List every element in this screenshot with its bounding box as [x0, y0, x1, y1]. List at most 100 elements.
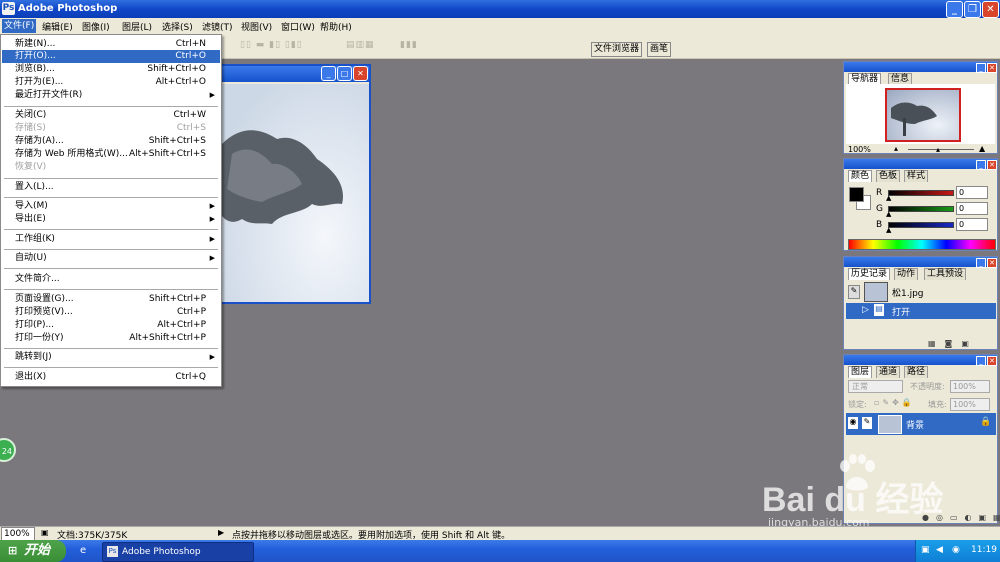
tray-status-icon[interactable]: ◉: [952, 545, 960, 555]
tab-actions[interactable]: 动作: [894, 268, 919, 280]
taskbar-task-photoshop[interactable]: Ps Adobe Photoshop: [102, 542, 254, 562]
restore-button[interactable]: ❐: [964, 1, 981, 18]
menu-select[interactable]: 选择(S): [162, 20, 193, 33]
lock-icons[interactable]: ▫✎✥🔒: [874, 398, 915, 407]
doc-close-button[interactable]: ✕: [353, 66, 368, 81]
history-step-row[interactable]: ▷ ▤ 打开: [846, 303, 996, 319]
menu-filter[interactable]: 滤镜(T): [202, 20, 233, 33]
menu-separator: [4, 197, 218, 198]
color-palette-titlebar[interactable]: _ ✕: [844, 159, 997, 170]
menu-file[interactable]: 文件(F): [2, 19, 37, 33]
history-brush-icon[interactable]: ✎: [848, 285, 860, 299]
fill-input[interactable]: 100%: [950, 398, 990, 411]
blend-mode-select[interactable]: 正常: [848, 380, 903, 393]
image-document-window[interactable]: _ □ ✕: [218, 64, 371, 304]
file-menu-item[interactable]: 关闭(C) Ctrl+W: [2, 109, 220, 122]
status-arrow-icon[interactable]: ▶: [218, 528, 224, 537]
palette-close-icon[interactable]: ✕: [987, 160, 997, 170]
zoom-slider-thumb[interactable]: ▴: [936, 145, 940, 154]
palette-close-icon[interactable]: ✕: [987, 356, 997, 366]
file-menu-item[interactable]: 最近打开文件(R) ▶: [2, 89, 220, 102]
layer-row-background[interactable]: ◉ ✎ 背景 🔒: [846, 413, 996, 435]
channel-slider[interactable]: [888, 206, 954, 212]
palette-close-icon[interactable]: ✕: [987, 63, 997, 73]
channel-slider-thumb[interactable]: ▲: [886, 194, 891, 202]
brush-link-icon[interactable]: ✎: [862, 417, 872, 429]
history-snapshot-row[interactable]: ✎ 松1.jpg: [846, 281, 996, 302]
file-menu-item[interactable]: 打印预览(V)... Ctrl+P: [2, 306, 220, 319]
history-palette-titlebar[interactable]: _ ✕: [844, 257, 997, 268]
tab-history[interactable]: 历史记录: [848, 268, 891, 280]
navigator-preview[interactable]: [885, 88, 961, 142]
tray-network-icon[interactable]: ▣: [921, 545, 930, 555]
tab-layers[interactable]: 图层: [848, 366, 873, 378]
file-menu-item[interactable]: 打开(O)... Ctrl+O: [2, 50, 220, 63]
file-menu-item[interactable]: 自动(U) ▶: [2, 252, 220, 265]
palette-minimize-icon[interactable]: _: [976, 63, 986, 73]
palette-minimize-icon[interactable]: _: [976, 356, 986, 366]
menu-view[interactable]: 视图(V): [241, 20, 272, 33]
file-menu-item[interactable]: 退出(X) Ctrl+Q: [2, 371, 220, 384]
channel-slider[interactable]: [888, 190, 954, 196]
close-button[interactable]: ✕: [982, 1, 999, 18]
history-footer-icons[interactable]: ▦◙▣: [928, 339, 978, 348]
channel-value-input[interactable]: 0: [956, 186, 988, 199]
zoom-out-icon[interactable]: ▴: [894, 144, 898, 153]
document-title-bar[interactable]: _ □ ✕: [220, 66, 369, 82]
channel-slider-thumb[interactable]: ▲: [886, 226, 891, 234]
file-menu-item[interactable]: 打开为(E)... Alt+Ctrl+O: [2, 76, 220, 89]
navigator-palette-titlebar[interactable]: _ ✕: [844, 62, 997, 73]
file-menu-item[interactable]: 跳转到(J) ▶: [2, 351, 220, 364]
file-menu-item[interactable]: 打印一份(Y) Alt+Shift+Ctrl+P: [2, 332, 220, 345]
file-menu-item[interactable]: 打印(P)... Alt+Ctrl+P: [2, 319, 220, 332]
eye-visibility-icon[interactable]: ◉: [848, 417, 858, 429]
file-menu-item[interactable]: 存储为 Web 所用格式(W)... Alt+Shift+Ctrl+S: [2, 148, 220, 161]
palette-close-icon[interactable]: ✕: [987, 258, 997, 268]
minimize-button[interactable]: _: [946, 1, 963, 18]
tab-channels[interactable]: 通道: [876, 366, 901, 378]
channel-value-input[interactable]: 0: [956, 218, 988, 231]
menu-window[interactable]: 窗口(W): [281, 20, 315, 33]
tray-volume-icon[interactable]: ◀: [936, 545, 943, 555]
tab-color[interactable]: 颜色: [848, 170, 873, 182]
channel-slider[interactable]: [888, 222, 954, 228]
brushes-tab[interactable]: 画笔: [647, 42, 672, 57]
file-browser-tab[interactable]: 文件浏览器: [591, 42, 643, 57]
channel-value-input[interactable]: 0: [956, 202, 988, 215]
menu-item-label: 导入(M): [15, 201, 48, 211]
menu-image[interactable]: 图像(I): [82, 20, 110, 33]
file-menu-item[interactable]: 置入(L)...: [2, 181, 220, 194]
color-spectrum-bar[interactable]: [848, 239, 996, 250]
foreground-color-swatch[interactable]: [849, 187, 864, 202]
side-badge[interactable]: 24: [0, 438, 16, 462]
doc-minimize-button[interactable]: _: [321, 66, 336, 81]
zoom-in-icon[interactable]: ▲: [979, 144, 985, 153]
history-slider-icon[interactable]: ▷: [862, 305, 869, 315]
file-menu-item[interactable]: 文件简介...: [2, 273, 220, 286]
menu-layer[interactable]: 图层(L): [122, 20, 152, 33]
quicklaunch-ie-icon[interactable]: e: [80, 545, 86, 556]
tab-tool-presets[interactable]: 工具预设: [924, 268, 967, 280]
start-button[interactable]: ⊞ 开始: [0, 540, 66, 562]
tab-styles[interactable]: 样式: [904, 170, 929, 182]
file-menu-item[interactable]: 存储为(A)... Shift+Ctrl+S: [2, 135, 220, 148]
menu-edit[interactable]: 编辑(E): [42, 20, 73, 33]
image-canvas[interactable]: [222, 84, 369, 302]
tab-paths[interactable]: 路径: [904, 366, 929, 378]
file-menu-item[interactable]: 工作组(K) ▶: [2, 233, 220, 246]
status-zoom-field[interactable]: 100%: [1, 527, 35, 541]
file-menu-item[interactable]: 导入(M) ▶: [2, 200, 220, 213]
palette-minimize-icon[interactable]: _: [976, 258, 986, 268]
layers-palette-titlebar[interactable]: _ ✕: [844, 355, 997, 366]
zoom-slider[interactable]: [908, 149, 974, 150]
tab-swatches[interactable]: 色板: [876, 170, 901, 182]
layers-footer-icons[interactable]: ●◎▭◐▣▦: [922, 513, 1000, 522]
channel-slider-thumb[interactable]: ▲: [886, 210, 891, 218]
doc-maximize-button[interactable]: □: [337, 66, 352, 81]
file-menu-item[interactable]: 页面设置(G)... Shift+Ctrl+P: [2, 293, 220, 306]
menu-help[interactable]: 帮助(H): [320, 20, 352, 33]
file-menu-item[interactable]: 浏览(B)... Shift+Ctrl+O: [2, 63, 220, 76]
palette-minimize-icon[interactable]: _: [976, 160, 986, 170]
file-menu-item[interactable]: 导出(E) ▶: [2, 213, 220, 226]
opacity-input[interactable]: 100%: [950, 380, 990, 393]
